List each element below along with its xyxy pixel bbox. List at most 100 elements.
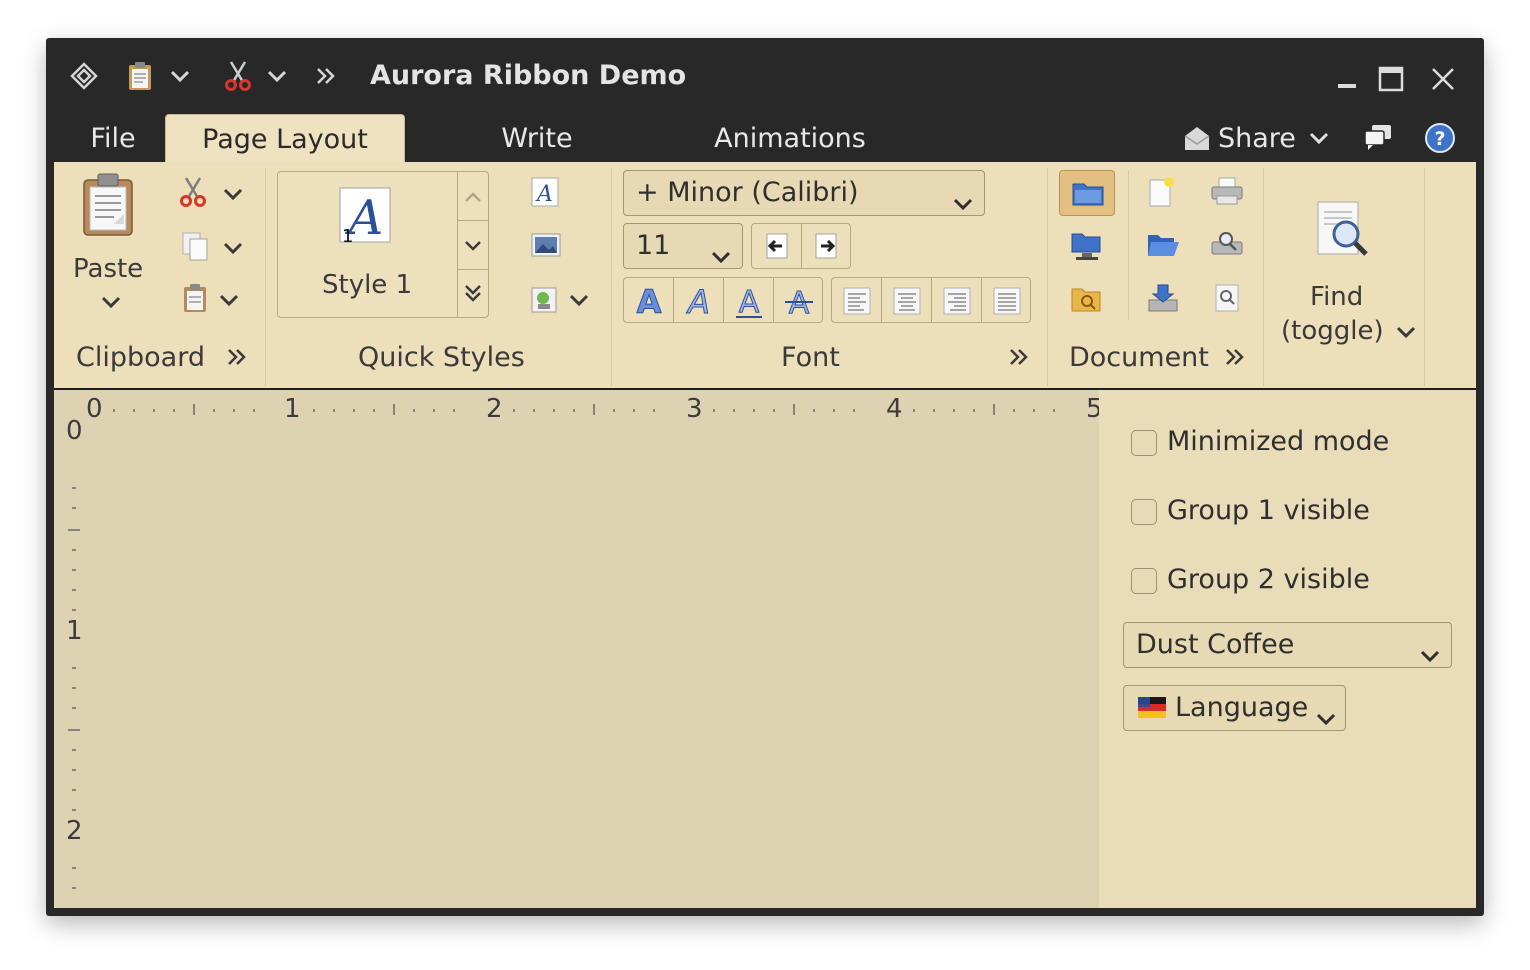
language-chevron-icon[interactable] xyxy=(1315,702,1337,733)
svg-text:1: 1 xyxy=(342,226,353,246)
scissors-menu-chevron-icon[interactable] xyxy=(261,60,293,92)
alignment-strip xyxy=(831,277,1031,323)
help-icon[interactable]: ? xyxy=(1424,122,1456,154)
network-folder-icon[interactable] xyxy=(1070,230,1104,262)
find-magnifier-icon[interactable] xyxy=(1312,198,1376,264)
ruler-v-label-2: 2 xyxy=(66,816,83,846)
font-size-combo[interactable]: 11 xyxy=(623,223,743,269)
group-2-visible-label[interactable]: Group 2 visible xyxy=(1167,564,1370,595)
picture-icon[interactable] xyxy=(530,230,562,260)
paste-chevron-icon[interactable] xyxy=(100,294,122,313)
german-flag-icon xyxy=(1136,695,1168,721)
ruler-h-label-2: 2 xyxy=(486,394,503,424)
group-1-visible-label[interactable]: Group 1 visible xyxy=(1167,495,1370,526)
group-1-visible-checkbox[interactable] xyxy=(1131,499,1157,525)
font-family-chevron-icon[interactable] xyxy=(952,187,974,218)
cut-chevron-icon[interactable] xyxy=(222,186,244,205)
align-left-icon[interactable] xyxy=(842,286,872,316)
tab-page-layout[interactable]: Page Layout xyxy=(165,114,405,163)
text-style-icon[interactable]: A xyxy=(530,176,560,208)
close-button[interactable] xyxy=(1426,62,1460,96)
options-side-panel: Minimized mode Group 1 visible Group 2 v… xyxy=(1099,390,1476,908)
group-separator xyxy=(265,168,266,386)
skin-combo[interactable]: Dust Coffee xyxy=(1123,622,1452,668)
cut-scissors-icon[interactable] xyxy=(178,176,208,208)
text-bold-a-icon[interactable]: A xyxy=(632,282,666,322)
share-chevron-icon[interactable] xyxy=(1308,130,1330,149)
document-group-title: Document xyxy=(1069,342,1209,373)
horizontal-ruler xyxy=(113,404,1055,415)
text-underline-a-icon[interactable]: A xyxy=(732,282,766,321)
double-chevron-right-icon[interactable] xyxy=(310,60,342,92)
app-diamond-icon[interactable] xyxy=(68,60,100,92)
paste-small-clipboard-icon[interactable] xyxy=(180,282,210,314)
copy-icon[interactable] xyxy=(180,230,210,262)
content-area: 0 1 2 3 4 5 0 1 2 Minimized mode Group 1… xyxy=(54,390,1476,908)
paste-small-chevron-icon[interactable] xyxy=(218,292,240,311)
gallery-scroll-up-icon[interactable] xyxy=(459,176,487,218)
font-family-value: + Minor (Calibri) xyxy=(636,177,859,208)
style-1-label: Style 1 xyxy=(322,270,413,300)
strip-divider xyxy=(981,278,982,322)
ruler-h-label-1: 1 xyxy=(284,394,301,424)
minimized-mode-checkbox[interactable] xyxy=(1131,430,1157,456)
paste-clipboard-icon[interactable] xyxy=(78,172,140,238)
strip-divider xyxy=(931,278,932,322)
gallery-expand-icon[interactable] xyxy=(459,272,487,314)
find-label-line2[interactable]: (toggle) xyxy=(1281,316,1384,346)
save-to-tray-icon[interactable] xyxy=(1146,282,1180,314)
document-folder-button[interactable] xyxy=(1059,170,1115,216)
ruler-v-label-0: 0 xyxy=(66,416,83,446)
minimized-mode-label[interactable]: Minimized mode xyxy=(1167,426,1389,457)
svg-text:A: A xyxy=(637,283,662,320)
ruler-h-label-3: 3 xyxy=(686,394,703,424)
print-preview-icon[interactable] xyxy=(1210,230,1244,260)
clipboard-launcher-icon[interactable] xyxy=(226,344,248,374)
font-launcher-icon[interactable] xyxy=(1008,344,1030,374)
minimize-button[interactable] xyxy=(1330,62,1364,96)
tab-write[interactable]: Write xyxy=(486,114,588,162)
font-group-title: Font xyxy=(781,342,840,373)
font-size-value: 11 xyxy=(636,230,671,261)
quick-styles-gallery[interactable]: A1 Style 1 xyxy=(277,171,489,318)
text-italic-a-icon[interactable]: A xyxy=(682,282,716,322)
document-search-icon[interactable] xyxy=(1212,282,1242,314)
chat-bubbles-icon[interactable] xyxy=(1362,122,1394,152)
paste-button-label[interactable]: Paste xyxy=(73,254,143,284)
print-icon[interactable] xyxy=(1210,176,1244,206)
clipart-icon[interactable] xyxy=(530,282,560,314)
document-launcher-icon[interactable] xyxy=(1224,344,1246,374)
font-size-chevron-icon[interactable] xyxy=(710,240,732,271)
font-family-combo[interactable]: + Minor (Calibri) xyxy=(623,170,985,216)
language-button[interactable]: Language xyxy=(1123,685,1346,731)
new-document-icon[interactable] xyxy=(1146,176,1176,208)
search-folder-icon[interactable] xyxy=(1070,284,1104,314)
decrease-indent-icon[interactable] xyxy=(762,231,792,261)
increase-indent-icon[interactable] xyxy=(811,231,841,261)
gallery-scroll-down-icon[interactable] xyxy=(458,220,488,270)
find-label-line1[interactable]: Find xyxy=(1310,282,1363,312)
clipart-chevron-icon[interactable] xyxy=(568,292,590,311)
align-justify-icon[interactable] xyxy=(992,286,1022,316)
svg-text:A: A xyxy=(739,285,760,320)
copy-chevron-icon[interactable] xyxy=(222,240,244,259)
align-right-icon[interactable] xyxy=(942,286,972,316)
skin-combo-chevron-icon[interactable] xyxy=(1419,639,1441,670)
group-2-visible-checkbox[interactable] xyxy=(1131,568,1157,594)
share-envelope-icon[interactable] xyxy=(1182,123,1212,153)
tab-file[interactable]: File xyxy=(76,114,150,162)
maximize-button[interactable] xyxy=(1374,62,1408,96)
align-center-icon[interactable] xyxy=(892,286,922,316)
clipboard-icon[interactable] xyxy=(124,60,156,92)
group-separator xyxy=(1424,168,1425,386)
strip-divider xyxy=(773,278,774,322)
tab-animations[interactable]: Animations xyxy=(702,114,878,162)
clipboard-menu-chevron-icon[interactable] xyxy=(164,60,196,92)
share-button[interactable]: Share xyxy=(1218,114,1298,162)
text-strikethrough-a-icon[interactable]: A xyxy=(782,282,816,322)
strip-divider xyxy=(881,278,882,322)
open-folder-icon[interactable] xyxy=(1146,230,1180,260)
scissors-icon[interactable] xyxy=(222,60,254,92)
find-chevron-icon[interactable] xyxy=(1395,324,1417,343)
title-bar: Aurora Ribbon Demo xyxy=(46,38,1484,114)
